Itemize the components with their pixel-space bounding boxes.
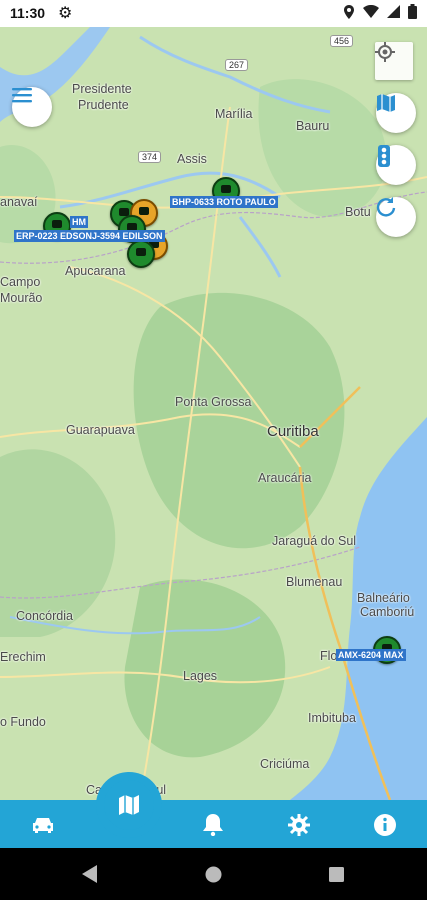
city-label: Imbituba: [308, 711, 356, 725]
nav-map[interactable]: [104, 780, 154, 830]
city-label: Blumenau: [286, 575, 343, 589]
road-shield: 456: [330, 35, 354, 47]
status-bar: 11:30 ⚙: [0, 0, 427, 27]
traffic-light-icon: [378, 145, 390, 167]
city-label: Concórdia: [16, 609, 73, 623]
vehicle-marker[interactable]: [127, 240, 155, 268]
wifi-icon: [363, 5, 379, 18]
bottom-navigation: [0, 800, 427, 848]
traffic-button[interactable]: [376, 145, 416, 185]
hamburger-icon: [12, 88, 32, 103]
bell-icon: [203, 814, 223, 836]
road-shield: 374: [138, 151, 162, 163]
city-label: Campo: [0, 275, 41, 289]
vehicle-plate-label[interactable]: AMX-6204 MAX: [336, 649, 406, 661]
vehicle-plate-label[interactable]: BHP-0633 ROTO PAULO: [170, 196, 278, 208]
car-icon: [33, 818, 53, 833]
settings-notification-icon: ⚙: [58, 5, 73, 22]
status-icons: [343, 4, 417, 19]
info-icon: [374, 814, 396, 836]
city-label: Botu: [345, 205, 371, 219]
nav-alerts[interactable]: [198, 810, 228, 840]
vehicle-plate-label[interactable]: HM: [70, 216, 88, 228]
city-label: Apucarana: [65, 264, 126, 278]
city-label: Araucária: [258, 471, 312, 485]
map-icon: [377, 94, 395, 112]
city-label: anavaí: [0, 195, 38, 209]
city-label: Mourão: [0, 291, 43, 305]
city-label: Camboriú: [360, 605, 415, 619]
nav-vehicles[interactable]: [28, 810, 58, 840]
system-navigation-bar: [0, 848, 427, 900]
home-icon[interactable]: [205, 866, 222, 883]
city-label: Ponta Grossa: [175, 395, 252, 409]
refresh-button[interactable]: [376, 197, 416, 237]
menu-button[interactable]: [12, 87, 52, 127]
city-label: Flo: [320, 649, 338, 663]
nav-info[interactable]: [370, 810, 400, 840]
city-label: Marília: [215, 107, 253, 121]
map-terrain: [0, 27, 427, 800]
recents-icon[interactable]: [329, 867, 344, 882]
road-shield: 267: [225, 59, 249, 71]
location-icon: [344, 4, 354, 19]
vehicle-plate-label[interactable]: ERP-0223 EDSONJ-3594 EDILSON: [14, 230, 165, 242]
my-location-button[interactable]: [375, 42, 413, 80]
cell-signal-icon: [387, 5, 400, 18]
battery-icon: [408, 4, 417, 19]
map-view[interactable]: 456 267 374 Presidente Prudente Marília …: [0, 27, 427, 800]
city-label: Lages: [183, 669, 218, 683]
map-type-button[interactable]: [376, 93, 416, 133]
city-label: Presidente: [72, 82, 132, 96]
city-label: Guarapuava: [66, 423, 135, 437]
city-label: Jaraguá do Sul: [272, 534, 357, 548]
refresh-icon: [376, 197, 396, 217]
city-label: Curitiba: [267, 423, 319, 440]
city-label: o Fundo: [0, 715, 46, 729]
city-label: Criciúma: [260, 757, 310, 771]
map-icon: [119, 795, 139, 815]
city-label: Bauru: [296, 119, 330, 133]
city-label: Balneário: [357, 591, 410, 605]
nav-settings[interactable]: [284, 810, 314, 840]
crosshair-icon: [375, 42, 395, 62]
back-icon[interactable]: [82, 865, 98, 883]
gear-icon: [288, 814, 310, 836]
city-label: Prudente: [78, 98, 129, 112]
city-label: Erechim: [0, 650, 46, 664]
city-label: Assis: [177, 152, 207, 166]
status-time: 11:30: [10, 5, 46, 21]
